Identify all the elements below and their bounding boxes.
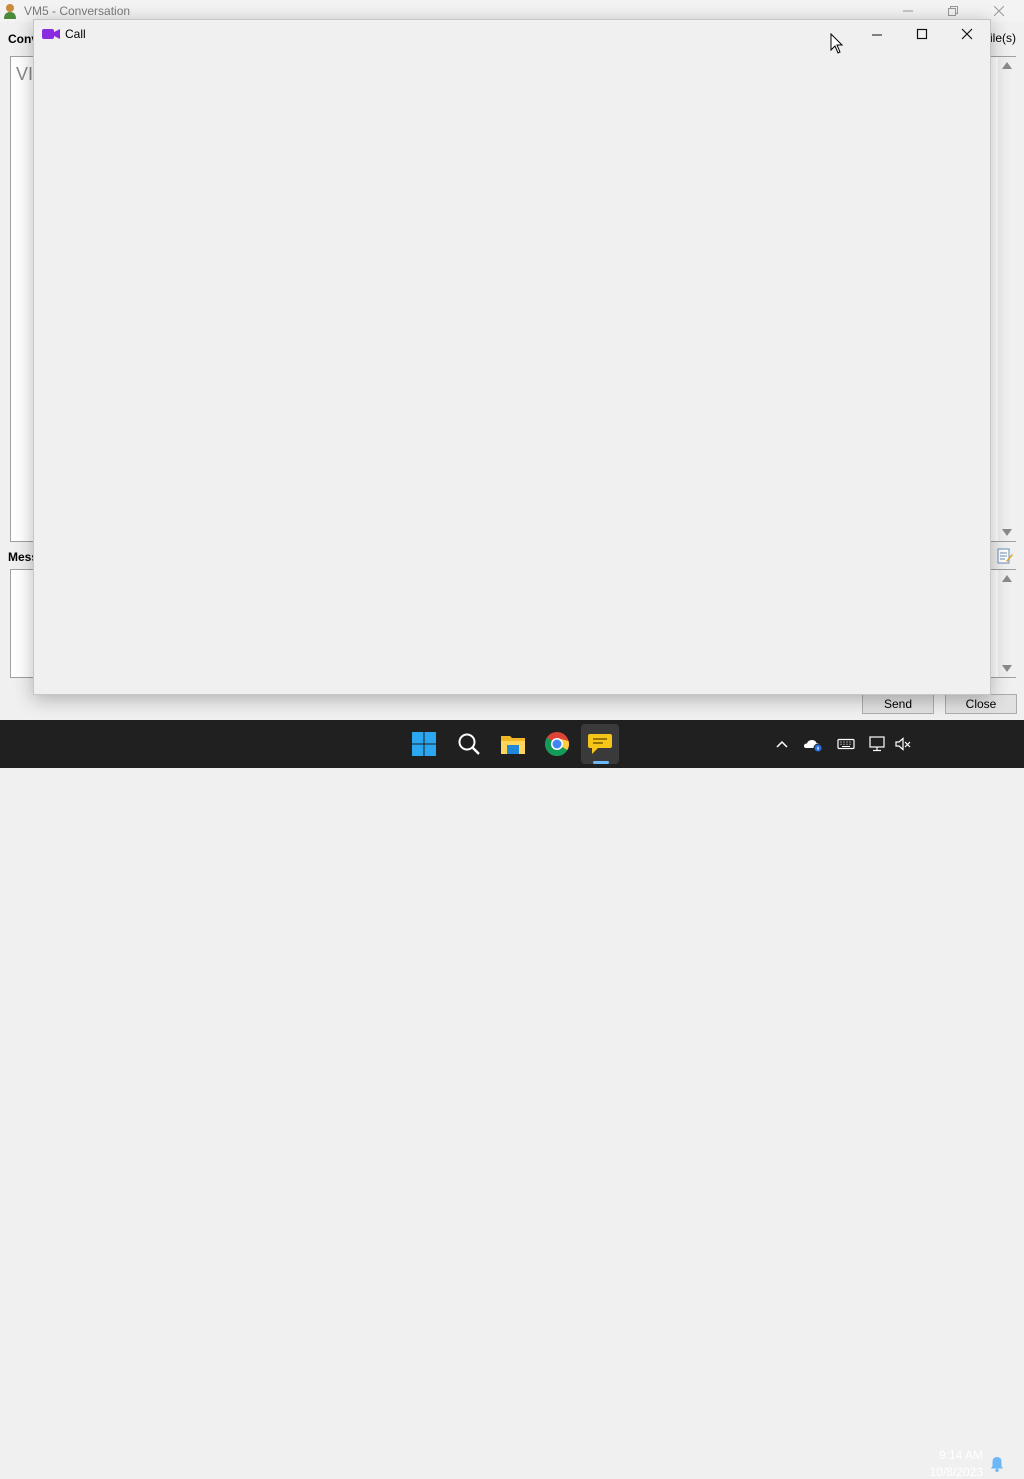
file-explorer-icon[interactable]: [497, 728, 529, 760]
files-label[interactable]: ile(s): [990, 31, 1016, 45]
onedrive-icon[interactable]: [803, 734, 823, 754]
call-video-area: [34, 50, 990, 694]
chrome-icon[interactable]: [541, 728, 573, 760]
call-close-button[interactable]: [944, 20, 990, 50]
start-icon[interactable]: [408, 728, 440, 760]
search-icon[interactable]: [453, 728, 485, 760]
minimize-icon: [872, 34, 882, 36]
history-text: VI: [16, 64, 34, 84]
window-title: VM5 - Conversation: [24, 4, 131, 18]
keyboard-icon[interactable]: [836, 734, 856, 754]
call-title: Call: [65, 27, 86, 41]
edit-icon[interactable]: [997, 547, 1013, 565]
message-scrollbar[interactable]: [998, 570, 1016, 677]
user-icon: [4, 4, 16, 19]
history-scrollbar[interactable]: [998, 57, 1016, 541]
scroll-down-arrow[interactable]: [1002, 529, 1012, 536]
scroll-up-arrow[interactable]: [1002, 62, 1012, 69]
scroll-down-arrow[interactable]: [1002, 665, 1012, 672]
call-titlebar: Call: [34, 20, 990, 50]
sound-muted-icon[interactable]: [893, 734, 913, 754]
conversation-label: Conv: [8, 32, 36, 46]
notification-bell-icon[interactable]: [988, 1455, 1006, 1473]
minimize-icon: [903, 10, 913, 12]
call-maximize-button[interactable]: [899, 20, 945, 50]
send-button[interactable]: Send: [862, 694, 934, 714]
clock-date: 10/8/2023: [929, 1465, 983, 1479]
chevron-up-icon[interactable]: [772, 734, 792, 754]
clock-time: 9:14 AM: [938, 1448, 983, 1462]
chat-app-icon[interactable]: [584, 728, 616, 760]
active-app-indicator: [593, 761, 609, 764]
video-camera-icon: [42, 29, 60, 39]
close-button[interactable]: Close: [945, 694, 1017, 714]
mouse-cursor-icon: [830, 33, 844, 54]
maximize-icon: [916, 28, 928, 40]
network-icon[interactable]: [867, 734, 887, 754]
close-icon: [993, 5, 1005, 17]
restore-icon: [948, 6, 958, 16]
close-icon: [961, 28, 973, 40]
message-label: Mess: [8, 550, 36, 564]
scroll-up-arrow[interactable]: [1002, 575, 1012, 582]
call-minimize-button[interactable]: [854, 20, 900, 50]
call-window: Call: [33, 19, 991, 695]
taskbar: 9:14 AM 10/8/2023: [0, 720, 1024, 1479]
